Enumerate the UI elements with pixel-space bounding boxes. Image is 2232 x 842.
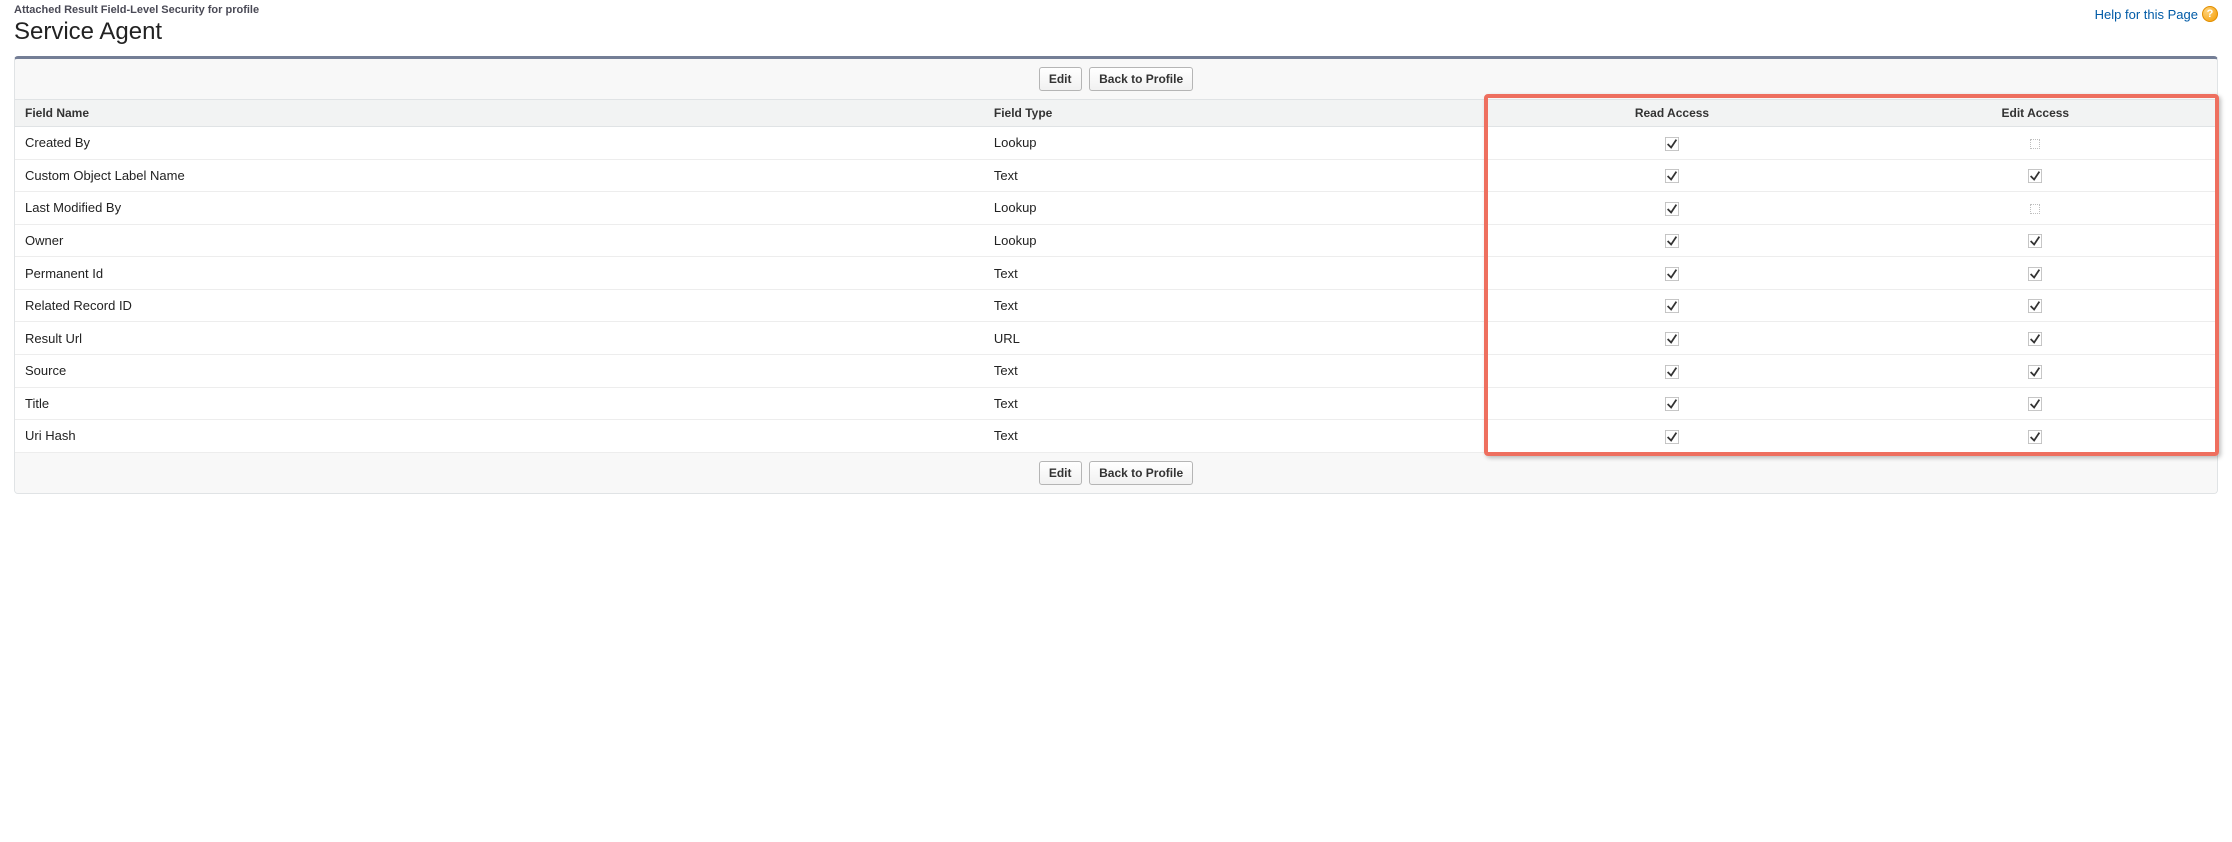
col-header-edit-access: Edit Access [1854, 100, 2217, 127]
cell-field-type: Lookup [984, 192, 1358, 225]
cell-edit-access [1854, 257, 2217, 290]
checkbox-checked-icon [2028, 397, 2042, 411]
cell-spacer [1358, 289, 1490, 322]
cell-read-access [1490, 127, 1853, 160]
cell-field-type: Text [984, 159, 1358, 192]
col-header-read-access: Read Access [1490, 100, 1853, 127]
checkbox-checked-icon [1665, 430, 1679, 444]
checkbox-checked-icon [1665, 397, 1679, 411]
cell-field-type: Lookup [984, 127, 1358, 160]
checkbox-checked-icon [2028, 299, 2042, 313]
cell-read-access [1490, 224, 1853, 257]
cell-read-access [1490, 289, 1853, 322]
cell-edit-access [1854, 224, 2217, 257]
cell-field-type: Lookup [984, 224, 1358, 257]
cell-field-name: Created By [15, 127, 984, 160]
cell-field-type: Text [984, 420, 1358, 453]
checkbox-checked-icon [1665, 299, 1679, 313]
table-row: SourceText [15, 354, 2217, 387]
cell-spacer [1358, 257, 1490, 290]
checkbox-checked-icon [1665, 332, 1679, 346]
cell-field-type: Text [984, 387, 1358, 420]
fls-panel: Edit Back to Profile Field Name Field Ty… [14, 56, 2218, 494]
cell-edit-access [1854, 322, 2217, 355]
cell-spacer [1358, 159, 1490, 192]
help-link[interactable]: Help for this Page ? [2095, 6, 2218, 22]
cell-field-name: Last Modified By [15, 192, 984, 225]
checkbox-checked-icon [1665, 202, 1679, 216]
cell-spacer [1358, 322, 1490, 355]
cell-edit-access [1854, 420, 2217, 453]
table-row: Custom Object Label NameText [15, 159, 2217, 192]
cell-field-name: Related Record ID [15, 289, 984, 322]
cell-read-access [1490, 192, 1853, 225]
cell-read-access [1490, 420, 1853, 453]
edit-button[interactable]: Edit [1039, 67, 1082, 91]
checkbox-checked-icon [2028, 169, 2042, 183]
checkbox-unchecked-icon [2030, 139, 2040, 149]
cell-field-type: Text [984, 289, 1358, 322]
checkbox-checked-icon [1665, 365, 1679, 379]
back-to-profile-button[interactable]: Back to Profile [1089, 67, 1193, 91]
cell-read-access [1490, 159, 1853, 192]
edit-button-bottom[interactable]: Edit [1039, 461, 1082, 485]
table-row: Result UrlURL [15, 322, 2217, 355]
checkbox-checked-icon [2028, 234, 2042, 248]
cell-field-name: Custom Object Label Name [15, 159, 984, 192]
cell-read-access [1490, 322, 1853, 355]
cell-field-type: Text [984, 257, 1358, 290]
cell-edit-access [1854, 192, 2217, 225]
checkbox-unchecked-icon [2030, 204, 2040, 214]
checkbox-checked-icon [2028, 430, 2042, 444]
cell-edit-access [1854, 289, 2217, 322]
checkbox-checked-icon [2028, 332, 2042, 346]
back-to-profile-button-bottom[interactable]: Back to Profile [1089, 461, 1193, 485]
cell-spacer [1358, 420, 1490, 453]
page-subtitle: Attached Result Field-Level Security for… [14, 4, 259, 16]
cell-edit-access [1854, 387, 2217, 420]
cell-field-name: Permanent Id [15, 257, 984, 290]
button-bar-bottom: Edit Back to Profile [15, 453, 2217, 493]
fls-table: Field Name Field Type Read Access Edit A… [15, 99, 2217, 453]
cell-field-type: Text [984, 354, 1358, 387]
cell-field-name: Owner [15, 224, 984, 257]
table-row: Permanent IdText [15, 257, 2217, 290]
cell-read-access [1490, 257, 1853, 290]
cell-edit-access [1854, 159, 2217, 192]
button-bar-top: Edit Back to Profile [15, 59, 2217, 99]
cell-spacer [1358, 224, 1490, 257]
cell-field-name: Title [15, 387, 984, 420]
table-row: Related Record IDText [15, 289, 2217, 322]
checkbox-checked-icon [1665, 267, 1679, 281]
checkbox-checked-icon [2028, 365, 2042, 379]
table-row: OwnerLookup [15, 224, 2217, 257]
cell-spacer [1358, 387, 1490, 420]
table-row: TitleText [15, 387, 2217, 420]
cell-read-access [1490, 387, 1853, 420]
cell-field-name: Uri Hash [15, 420, 984, 453]
cell-spacer [1358, 192, 1490, 225]
cell-edit-access [1854, 354, 2217, 387]
cell-spacer [1358, 354, 1490, 387]
help-icon: ? [2202, 6, 2218, 22]
page-title: Service Agent [14, 18, 259, 46]
cell-field-name: Result Url [15, 322, 984, 355]
table-row: Last Modified ByLookup [15, 192, 2217, 225]
checkbox-checked-icon [1665, 234, 1679, 248]
cell-field-type: URL [984, 322, 1358, 355]
cell-read-access [1490, 354, 1853, 387]
checkbox-checked-icon [1665, 137, 1679, 151]
cell-edit-access [1854, 127, 2217, 160]
col-header-field-type: Field Type [984, 100, 1358, 127]
cell-spacer [1358, 127, 1490, 160]
checkbox-checked-icon [2028, 267, 2042, 281]
help-link-label: Help for this Page [2095, 7, 2198, 22]
table-row: Uri HashText [15, 420, 2217, 453]
cell-field-name: Source [15, 354, 984, 387]
col-header-spacer [1358, 100, 1490, 127]
checkbox-checked-icon [1665, 169, 1679, 183]
col-header-field-name: Field Name [15, 100, 984, 127]
table-row: Created ByLookup [15, 127, 2217, 160]
